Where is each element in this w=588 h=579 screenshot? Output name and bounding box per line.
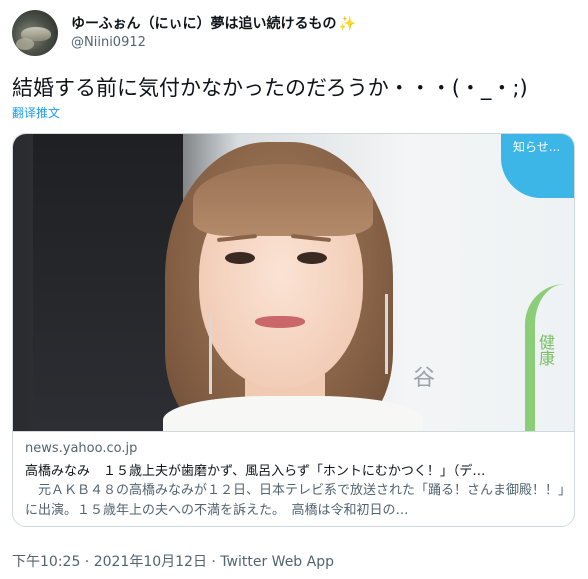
card-title: 高橋みなみ １５歳上夫が歯磨かず、風呂入らず「ホントにむかつく！」（デ… [25,464,486,479]
photo-eye-right [297,252,327,264]
display-name-text: ゆーふぉん（にぃに）夢は追い続けるもの [71,16,337,32]
user-handle[interactable]: @Niini0912 [71,35,146,50]
background-person [33,134,183,431]
link-card[interactable]: 知らせ... 健康 谷 news.yahoo.co.jp 高橋みなみ １５歳上夫… [12,133,575,527]
card-domain: news.yahoo.co.jp [25,441,138,456]
tweet-text: 結婚する前に気付かなかったのだろうか・・・(・_・;) [12,76,528,100]
photo-bangs [193,164,373,236]
photo-earring-right [385,294,388,374]
translate-tweet-link[interactable]: 翻译推文 [12,104,60,121]
sparkle-icon: ✨ [338,16,356,32]
background-sign-kanji: 谷 [413,366,436,391]
photo-earring-left [209,314,212,394]
photo-mouth [255,316,305,328]
photo-shirt [163,396,423,431]
background-sign-text: 知らせ... [513,140,561,154]
photo-eye-left [225,252,255,264]
background-sign-side-text: 健康 [536,334,555,366]
avatar[interactable] [12,10,58,56]
card-image[interactable]: 知らせ... 健康 谷 [13,134,574,431]
tweet-timestamp[interactable]: 下午10:25 · 2021年10月12日 · Twitter Web App [12,551,334,571]
avatar-instrument-bell [16,38,34,50]
card-description: 元ＡＫＢ４８の高橋みなみが１２日、日本テレビ系で放送された「踊る！さんま御殿！！… [25,483,565,518]
display-name[interactable]: ゆーふぉん（にぃに）夢は追い続けるもの ✨ [71,13,356,33]
card-info[interactable]: news.yahoo.co.jp 高橋みなみ １５歳上夫が歯磨かず、風呂入らず「… [13,431,574,526]
